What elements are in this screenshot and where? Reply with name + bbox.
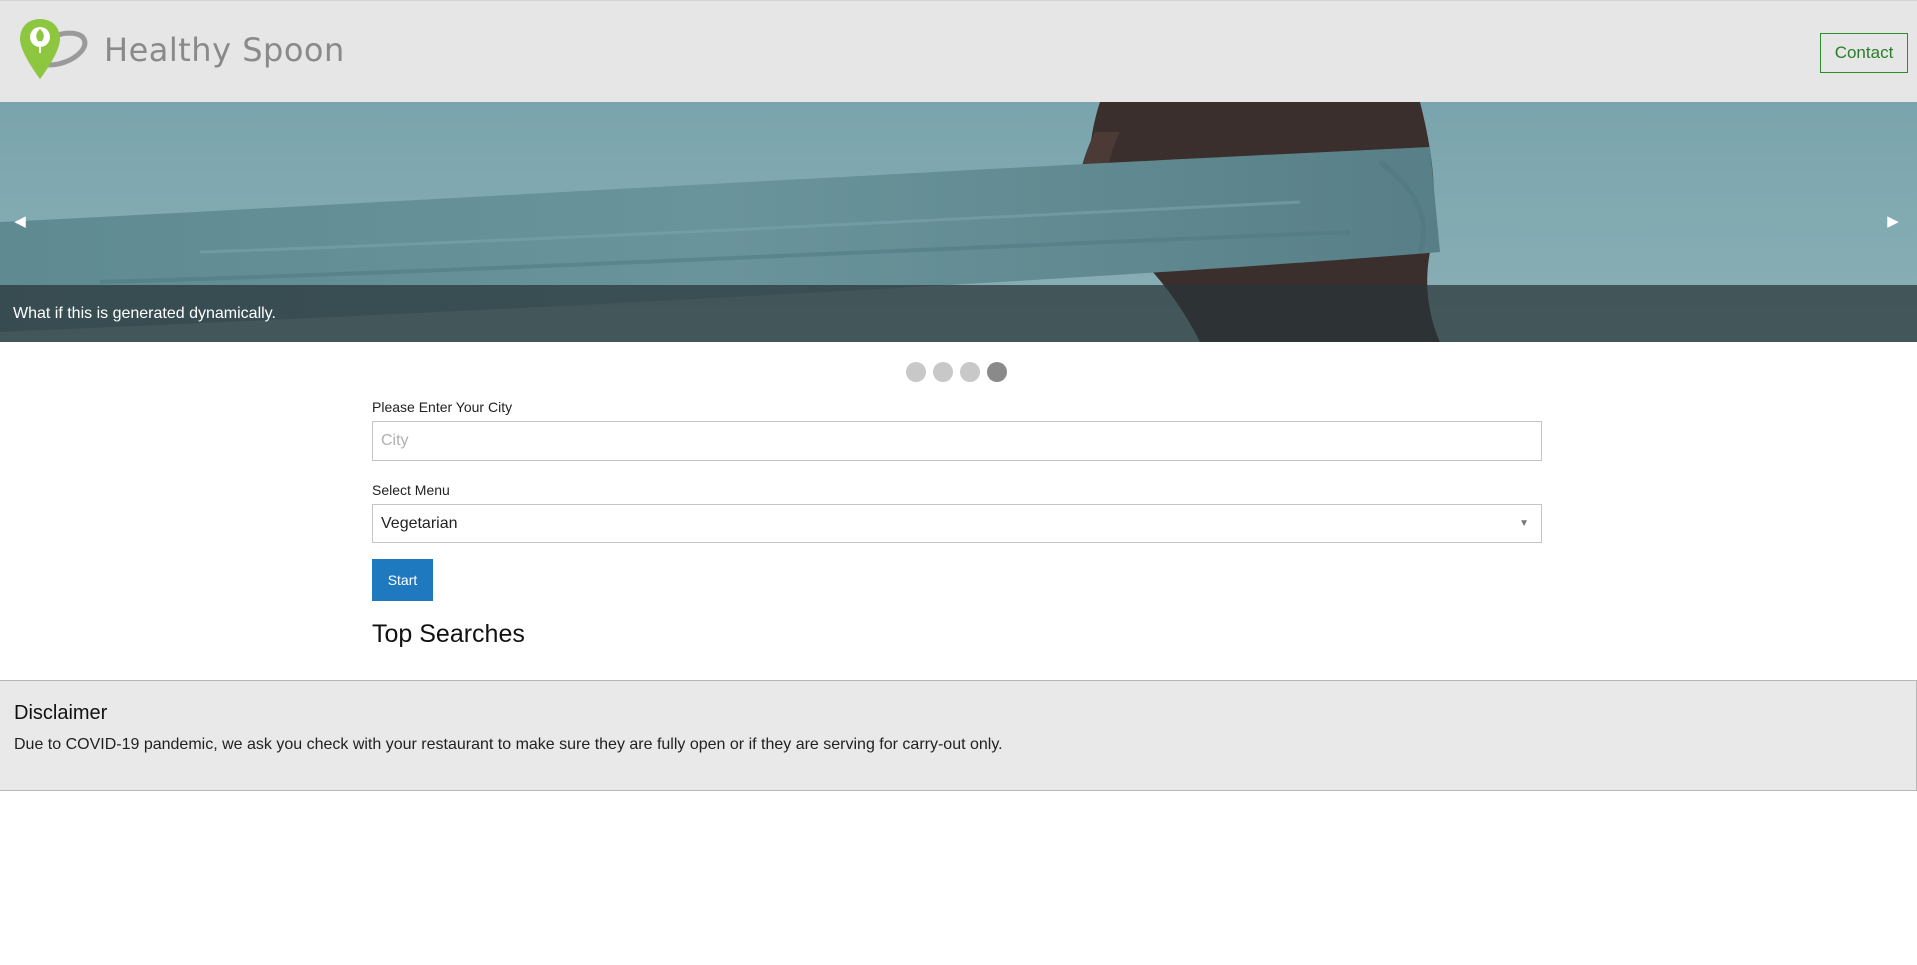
disclaimer-text: Due to COVID-19 pandemic, we ask you che…: [14, 736, 1003, 753]
carousel-dot-2[interactable]: [933, 362, 953, 382]
carousel-caption: What if this is generated dynamically.: [0, 285, 1917, 342]
carousel-dot-1[interactable]: [906, 362, 926, 382]
site-header: Healthy Spoon Contact: [0, 0, 1917, 102]
start-button[interactable]: Start: [372, 559, 433, 601]
city-label: Please Enter Your City: [372, 399, 513, 415]
disclaimer-title: Disclaimer: [14, 702, 108, 724]
hero-carousel: ◀ ▶ What if this is generated dynamicall…: [0, 102, 1917, 342]
carousel-indicators: [906, 362, 1007, 382]
carousel-prev-icon[interactable]: ◀: [10, 212, 30, 232]
search-form: Please Enter Your City Select Menu Veget…: [372, 398, 1542, 649]
menu-label: Select Menu: [372, 482, 450, 498]
contact-button[interactable]: Contact: [1820, 33, 1908, 73]
carousel-next-icon[interactable]: ▶: [1883, 212, 1903, 232]
map-pin-leaf-icon: [20, 19, 88, 79]
menu-select-value: Vegetarian: [381, 515, 458, 532]
city-input[interactable]: [372, 421, 1542, 461]
carousel-dot-3[interactable]: [960, 362, 980, 382]
carousel-dot-4[interactable]: [987, 362, 1007, 382]
disclaimer-section: Disclaimer Due to COVID-19 pandemic, we …: [0, 680, 1917, 791]
chevron-down-icon: ▼: [1519, 518, 1529, 529]
top-searches-heading: Top Searches: [372, 620, 525, 648]
logo[interactable]: Healthy Spoon: [18, 17, 345, 83]
brand-name: Healthy Spoon: [104, 31, 345, 69]
menu-select[interactable]: Vegetarian ▼: [372, 504, 1542, 543]
